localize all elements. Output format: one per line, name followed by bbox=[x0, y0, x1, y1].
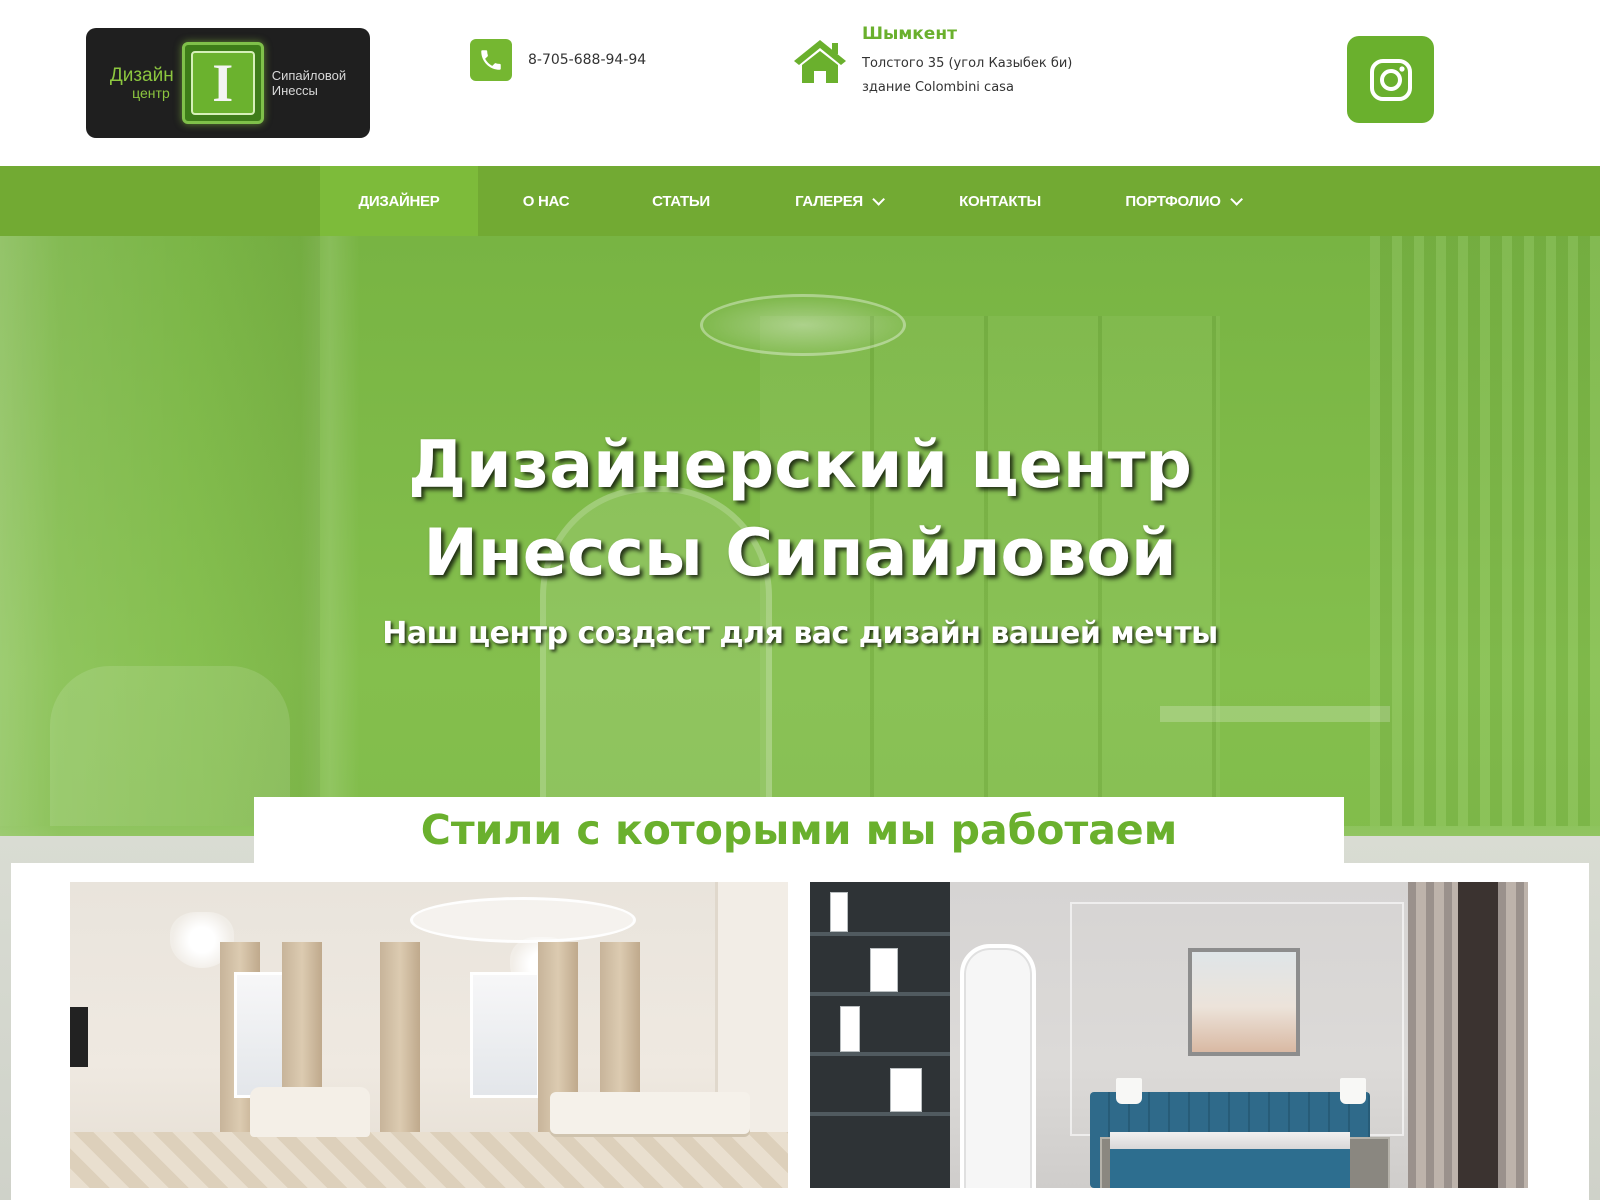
nav-label: ДИЗАЙНЕР bbox=[358, 192, 440, 210]
nav-label: О НАС bbox=[522, 192, 570, 210]
instagram-button[interactable] bbox=[1347, 36, 1434, 123]
address-line2: здание Colombini casa bbox=[862, 80, 1014, 95]
style-card-modern[interactable] bbox=[810, 882, 1528, 1188]
carpet bbox=[70, 1132, 788, 1188]
tv bbox=[70, 1007, 88, 1067]
home-icon-svg bbox=[794, 40, 846, 83]
hero-title: Дизайнерский центр Инессы Сипайловой bbox=[0, 422, 1600, 598]
nav-item-gallery[interactable]: ГАЛЕРЕЯ bbox=[776, 166, 900, 236]
sofa bbox=[250, 1087, 370, 1137]
main-nav: ДИЗАЙНЕР О НАС СТАТЬИ ГАЛЕРЕЯ КОНТАКТЫ П… bbox=[0, 166, 1600, 236]
book bbox=[830, 892, 848, 932]
section-title: Стили с которыми мы работаем bbox=[420, 806, 1178, 854]
nav-label: ПОРТФОЛИО bbox=[1125, 192, 1221, 210]
nav-item-about[interactable]: О НАС bbox=[490, 166, 602, 236]
book bbox=[840, 1006, 860, 1052]
nav-item-articles[interactable]: СТАТЬИ bbox=[622, 166, 740, 236]
hero-title-line2: Инессы Сипайловой bbox=[423, 516, 1177, 591]
hero-subtitle: Наш центр создаст для вас дизайн вашей м… bbox=[382, 616, 1218, 651]
instagram-icon bbox=[1369, 58, 1412, 101]
hero-bg-chandelier bbox=[700, 294, 906, 356]
logo-line1: Дизайн bbox=[109, 64, 174, 86]
nav-item-portfolio[interactable]: ПОРТФОЛИО bbox=[1108, 166, 1256, 236]
shelf bbox=[810, 932, 950, 936]
wall-painting bbox=[1188, 948, 1300, 1056]
logo-left-text: Дизайн центр bbox=[109, 64, 174, 101]
address-line1: Толстого 35 (угол Казыбек би) bbox=[862, 56, 1073, 71]
nav-label: СТАТЬИ bbox=[652, 192, 710, 210]
curtain bbox=[380, 942, 420, 1142]
book bbox=[870, 948, 898, 992]
lamp bbox=[1340, 1078, 1366, 1104]
nav-label: КОНТАКТЫ bbox=[959, 192, 1041, 210]
window bbox=[1458, 882, 1498, 1188]
logo-name2: Инессы bbox=[271, 83, 318, 98]
shelf bbox=[810, 1052, 950, 1056]
chevron-down-icon bbox=[872, 192, 885, 206]
chevron-down-icon bbox=[1229, 192, 1243, 206]
door bbox=[960, 944, 1036, 1188]
hero-bg-desk bbox=[1160, 706, 1390, 722]
nav-item-designer[interactable]: ДИЗАЙНЕР bbox=[320, 166, 478, 236]
logo-letter: I bbox=[190, 51, 255, 115]
shelf bbox=[810, 1112, 950, 1116]
dining-table bbox=[550, 1092, 750, 1134]
window bbox=[470, 972, 540, 1098]
book bbox=[890, 1068, 922, 1112]
phone-icon bbox=[470, 39, 512, 81]
shelf bbox=[810, 992, 950, 996]
phone-icon-svg bbox=[481, 50, 501, 70]
logo-right-text: Сипайловой Инессы bbox=[272, 68, 346, 98]
styles-section-header: Стили с которыми мы работаем bbox=[254, 797, 1344, 863]
ceiling-medallion bbox=[410, 897, 636, 943]
lamp bbox=[1116, 1078, 1142, 1104]
bed bbox=[1110, 1132, 1350, 1188]
style-card-classic[interactable] bbox=[70, 882, 788, 1188]
nav-item-contacts[interactable]: КОНТАКТЫ bbox=[936, 166, 1064, 236]
logo-mark-icon: I bbox=[181, 42, 264, 124]
city-name: Шымкент bbox=[862, 24, 957, 44]
bookshelf bbox=[810, 882, 950, 1188]
logo[interactable]: Дизайн центр I Сипайловой Инессы bbox=[86, 28, 370, 138]
nav-label: ГАЛЕРЕЯ bbox=[795, 192, 863, 210]
logo-name1: Сипайловой bbox=[271, 68, 347, 83]
hero-title-line1: Дизайнерский центр bbox=[408, 428, 1192, 503]
home-icon bbox=[792, 37, 848, 85]
logo-line2: центр bbox=[132, 84, 170, 101]
phone-number[interactable]: 8-705-688-94-94 bbox=[528, 52, 646, 68]
site-header: Дизайн центр I Сипайловой Инессы 8-705-6… bbox=[0, 0, 1600, 166]
